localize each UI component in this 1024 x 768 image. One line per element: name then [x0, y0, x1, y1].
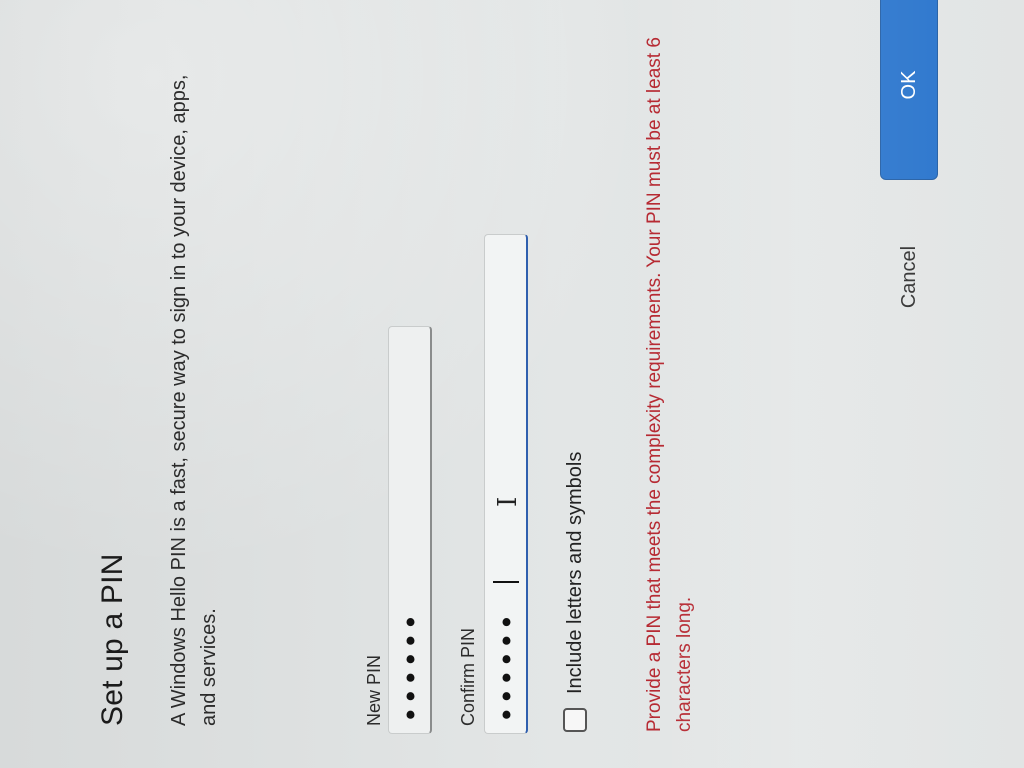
screen-background: Set up a PIN A Windows Hello PIN is a fa… [0, 0, 1024, 768]
text-caret [493, 581, 519, 583]
new-pin-masked-value: •••••• [395, 611, 428, 723]
include-letters-symbols-row[interactable]: Include letters and symbols [560, 452, 590, 732]
new-pin-label: New PIN [364, 654, 384, 726]
set-up-pin-dialog: Set up a PIN A Windows Hello PIN is a fa… [0, 0, 1024, 768]
include-letters-symbols-checkbox[interactable] [563, 708, 587, 732]
include-letters-symbols-label[interactable]: Include letters and symbols [564, 452, 587, 694]
confirm-pin-input[interactable]: •••••• I [484, 234, 528, 734]
dialog-title: Set up a PIN [96, 553, 129, 727]
new-pin-input[interactable]: •••••• [388, 326, 432, 734]
ibeam-cursor-icon: I [493, 496, 523, 507]
ok-button[interactable]: OK [880, 0, 938, 180]
cancel-button[interactable]: Cancel [880, 192, 938, 362]
dialog-actions: Cancel OK [880, 0, 944, 732]
confirm-pin-label: Confirm PIN [458, 627, 478, 726]
dialog-description: A Windows Hello PIN is a fast, secure wa… [168, 74, 220, 726]
pin-error-message: Provide a PIN that meets the complexity … [644, 37, 695, 732]
confirm-pin-masked-value: •••••• [491, 611, 524, 723]
